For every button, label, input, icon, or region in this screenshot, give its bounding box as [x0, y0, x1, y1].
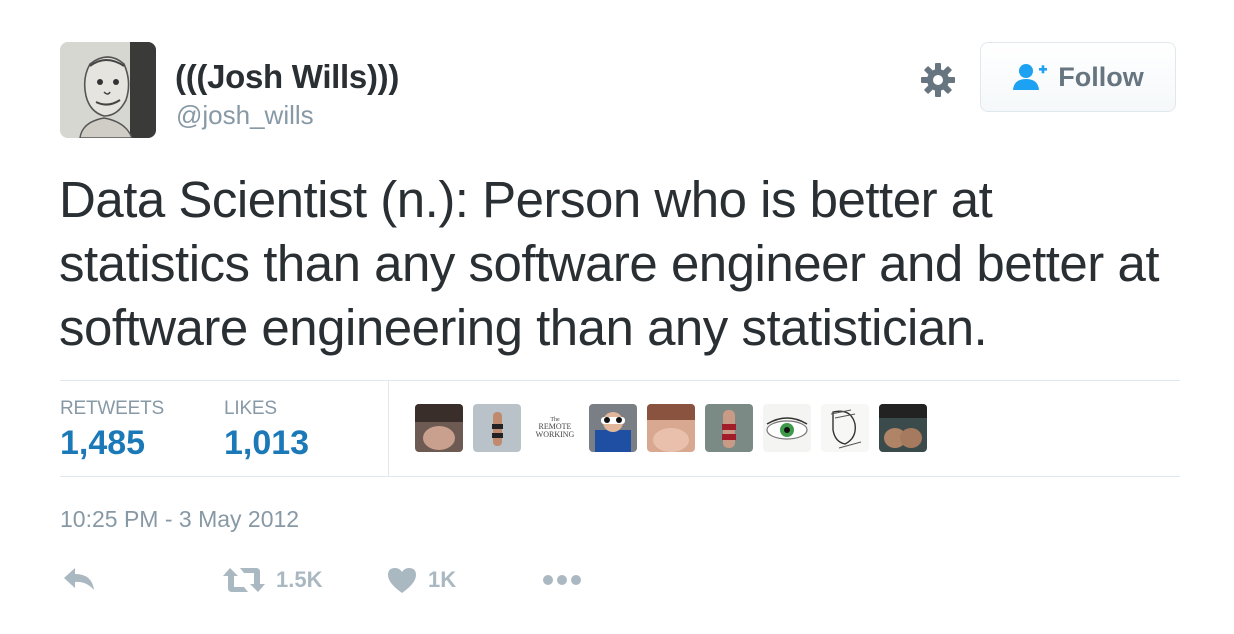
- avatar[interactable]: [60, 42, 156, 138]
- liker-avatars: The REMOTE WORKING: [415, 404, 937, 452]
- liker-avatar[interactable]: [589, 404, 637, 452]
- liker-avatar[interactable]: The REMOTE WORKING: [531, 404, 579, 452]
- like-button[interactable]: 1K: [386, 566, 456, 594]
- more-dots-icon: [543, 575, 581, 585]
- tweet-line: statistics than any software engineer an…: [59, 235, 1160, 292]
- liker-avatar[interactable]: [821, 404, 869, 452]
- heart-icon: [388, 568, 416, 593]
- tweet-card: (((Josh Wills))) @josh_wills Follow Data…: [0, 0, 1234, 634]
- user-handle[interactable]: @josh_wills: [176, 100, 314, 131]
- tweet-line: software engineering than any statistici…: [59, 299, 988, 356]
- follow-button[interactable]: Follow: [980, 42, 1176, 112]
- liker-remote-line2: WORKING: [535, 430, 575, 439]
- like-count: 1K: [428, 567, 457, 592]
- follow-label: Follow: [1058, 61, 1144, 92]
- retweet-icon: [223, 568, 265, 592]
- gear-icon[interactable]: [918, 60, 958, 100]
- tweet-stats: RETWEETS 1,485 LIKES 1,013 The REMOTE WO…: [60, 380, 1180, 477]
- retweet-button[interactable]: 1.5K: [222, 566, 322, 594]
- liker-avatar[interactable]: [705, 404, 753, 452]
- more-button[interactable]: [542, 574, 582, 586]
- liker-avatar[interactable]: [879, 404, 927, 452]
- reply-icon: [64, 568, 94, 590]
- tweet-line: Data Scientist (n.): Person who is bette…: [59, 171, 993, 228]
- retweets-label: RETWEETS: [60, 398, 164, 419]
- add-user-icon: [1013, 64, 1048, 90]
- tweet-text: Data Scientist (n.): Person who is bette…: [59, 168, 1189, 360]
- liker-avatar[interactable]: [763, 404, 811, 452]
- likes-label: LIKES: [224, 398, 277, 419]
- retweets-stat[interactable]: RETWEETS 1,485: [60, 398, 164, 463]
- liker-avatar[interactable]: [415, 404, 463, 452]
- retweet-count: 1.5K: [276, 567, 323, 592]
- likes-stat[interactable]: LIKES 1,013: [224, 398, 309, 463]
- display-name[interactable]: (((Josh Wills))): [175, 58, 399, 96]
- tweet-timestamp[interactable]: 10:25 PM - 3 May 2012: [60, 506, 299, 533]
- retweets-count: 1,485: [60, 424, 146, 462]
- liker-avatar[interactable]: [473, 404, 521, 452]
- liker-avatar[interactable]: [647, 404, 695, 452]
- reply-button[interactable]: [62, 566, 96, 592]
- likes-count: 1,013: [224, 424, 310, 462]
- stats-divider: [388, 381, 389, 476]
